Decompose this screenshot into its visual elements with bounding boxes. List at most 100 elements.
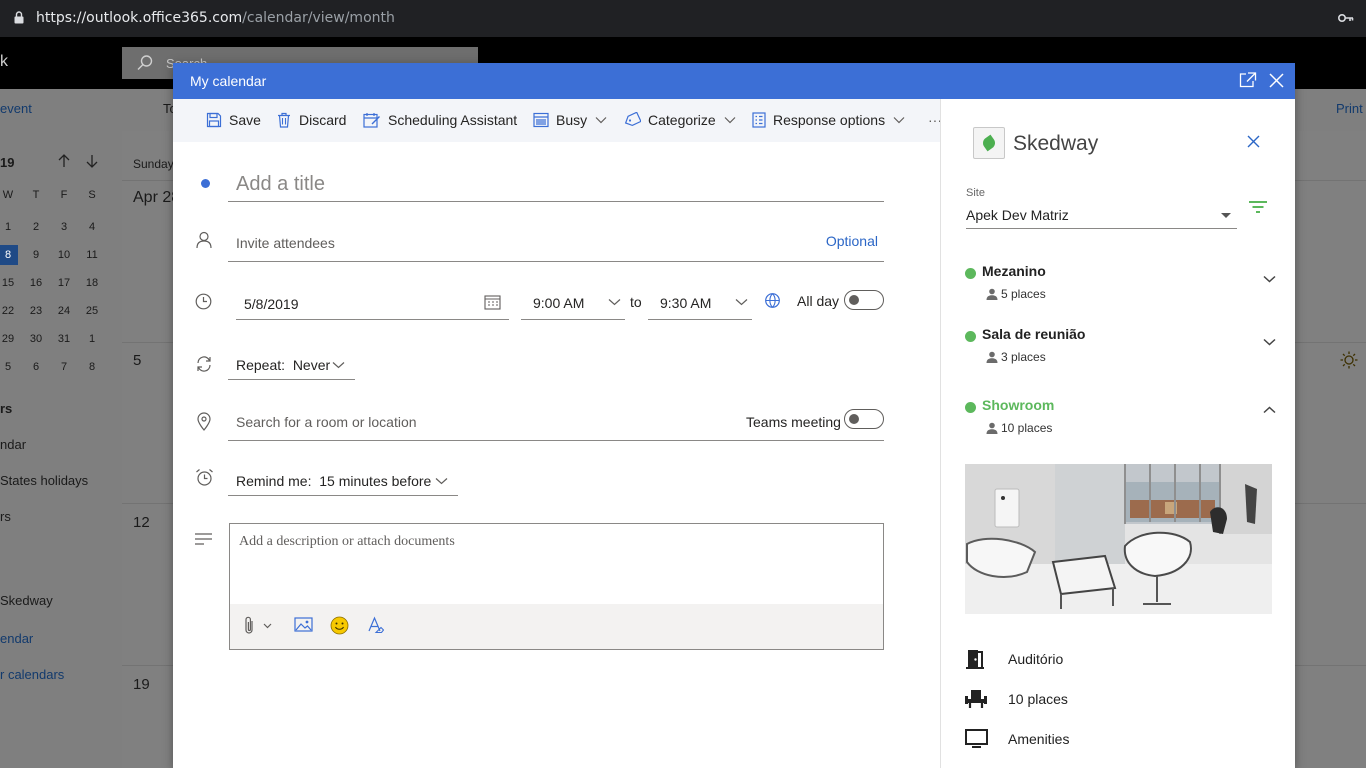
chevron-down-icon[interactable] bbox=[1263, 275, 1276, 283]
mini-calendar-day[interactable]: 1 bbox=[82, 329, 102, 349]
room-item-mezanino[interactable]: Mezanino 5 places bbox=[965, 263, 1276, 303]
all-day-toggle[interactable] bbox=[844, 290, 884, 310]
scheduling-assistant-button[interactable]: Scheduling Assistant bbox=[363, 112, 517, 128]
mini-calendar-day[interactable]: 11 bbox=[82, 245, 102, 265]
title-input[interactable]: Add a title bbox=[228, 162, 884, 202]
format-eraser-icon[interactable] bbox=[367, 616, 384, 634]
mini-calendar-day[interactable]: 8 bbox=[0, 245, 18, 265]
reminder-dropdown[interactable]: Remind me: 15 minutes before bbox=[228, 464, 458, 496]
clock-icon bbox=[195, 293, 212, 310]
mini-calendar-day[interactable]: 25 bbox=[82, 301, 102, 321]
end-time-dropdown[interactable]: 9:30 AM bbox=[648, 286, 752, 320]
mini-calendar-day[interactable]: 18 bbox=[82, 273, 102, 293]
mini-calendar-day[interactable]: 3 bbox=[54, 217, 74, 237]
mini-calendar-day[interactable]: 7 bbox=[54, 357, 74, 377]
chevron-down-icon bbox=[724, 117, 736, 124]
all-day-label: All day bbox=[797, 293, 840, 309]
attach-icon[interactable] bbox=[245, 616, 275, 635]
arrow-down-icon[interactable] bbox=[86, 154, 98, 168]
nav-item[interactable]: Skedway bbox=[0, 593, 53, 608]
image-icon[interactable] bbox=[294, 616, 313, 633]
mini-calendar-day[interactable]: 17 bbox=[54, 273, 74, 293]
close-panel-icon[interactable] bbox=[1247, 135, 1260, 148]
calendar-icon[interactable] bbox=[484, 294, 501, 310]
mini-calendar-day[interactable]: 30 bbox=[26, 329, 46, 349]
busy-icon bbox=[533, 112, 549, 128]
save-icon bbox=[206, 112, 222, 128]
nav-item[interactable]: endar bbox=[0, 631, 33, 646]
site-select[interactable]: Apek Dev Matriz bbox=[966, 202, 1237, 229]
mini-calendar-day[interactable]: 24 bbox=[54, 301, 74, 321]
location-placeholder: Search for a room or location bbox=[236, 414, 417, 430]
date-picker[interactable]: 5/8/2019 bbox=[236, 286, 509, 320]
monitor-icon bbox=[965, 729, 988, 748]
mini-calendar-day[interactable]: 6 bbox=[26, 357, 46, 377]
day-number: 12 bbox=[133, 514, 150, 531]
mini-calendar-month: 19 bbox=[0, 155, 15, 170]
amenities-detail[interactable]: Amenities bbox=[965, 729, 1069, 748]
alarm-clock-icon bbox=[196, 469, 213, 486]
emoji-icon[interactable] bbox=[330, 616, 349, 635]
mini-calendar-day[interactable]: 22 bbox=[0, 301, 18, 321]
popout-icon[interactable] bbox=[1239, 72, 1257, 88]
key-icon[interactable] bbox=[1338, 12, 1354, 24]
nav-item[interactable]: r calendars bbox=[0, 667, 64, 682]
chevron-down-icon bbox=[893, 117, 905, 124]
mini-calendar-day[interactable]: 9 bbox=[26, 245, 46, 265]
event-form: Add a title Invite attendees Optional 5/… bbox=[173, 142, 940, 768]
nav-item[interactable]: States holidays bbox=[0, 473, 88, 488]
close-icon[interactable] bbox=[1269, 73, 1284, 88]
nav-item[interactable]: ndar bbox=[0, 437, 26, 452]
nav-item[interactable]: rs bbox=[0, 509, 11, 524]
filter-icon[interactable] bbox=[1248, 200, 1268, 214]
location-input[interactable]: Search for a room or location Teams meet… bbox=[228, 402, 884, 441]
repeat-dropdown[interactable]: Repeat: Never bbox=[228, 349, 355, 380]
mini-calendar-day[interactable]: 10 bbox=[54, 245, 74, 265]
room-name: Showroom bbox=[982, 397, 1055, 413]
person-icon bbox=[196, 231, 212, 249]
discard-button[interactable]: Discard bbox=[276, 112, 346, 128]
mini-calendar-day[interactable]: 5 bbox=[0, 357, 18, 377]
busy-dropdown[interactable]: Busy bbox=[533, 112, 607, 128]
end-time-value: 9:30 AM bbox=[660, 295, 712, 311]
time-zone-icon[interactable] bbox=[764, 292, 781, 309]
day-number: 19 bbox=[133, 676, 150, 693]
repeat-icon bbox=[197, 356, 211, 372]
mini-calendar-day[interactable]: 31 bbox=[54, 329, 74, 349]
mini-calendar-day[interactable]: 16 bbox=[26, 273, 46, 293]
mini-calendar-day[interactable]: 15 bbox=[0, 273, 18, 293]
room-item-showroom[interactable]: Showroom 10 places bbox=[965, 397, 1276, 437]
weekday-header: Sunday bbox=[133, 157, 174, 171]
nav-item[interactable]: rs bbox=[0, 401, 12, 416]
categorize-dropdown[interactable]: Categorize bbox=[624, 112, 736, 128]
mini-calendar-weekday: F bbox=[60, 189, 68, 201]
room-type-detail: Auditório bbox=[965, 649, 1063, 669]
chevron-down-icon[interactable] bbox=[1263, 338, 1276, 346]
mini-calendar-day[interactable]: 2 bbox=[26, 217, 46, 237]
mini-calendar-day[interactable]: 8 bbox=[82, 357, 102, 377]
arrow-up-icon[interactable] bbox=[58, 154, 70, 168]
scheduling-icon bbox=[363, 113, 380, 128]
optional-link[interactable]: Optional bbox=[826, 233, 878, 249]
description-editor[interactable]: Add a description or attach documents bbox=[229, 523, 884, 650]
seat-icon bbox=[965, 690, 987, 708]
url-text[interactable]: https://outlook.office365.com/calendar/v… bbox=[36, 10, 395, 26]
repeat-label: Repeat: Never bbox=[236, 357, 331, 373]
mini-calendar-day[interactable]: 29 bbox=[0, 329, 18, 349]
response-options-icon bbox=[752, 112, 766, 128]
mini-calendar-day[interactable]: 1 bbox=[0, 217, 18, 237]
new-event-button[interactable]: event bbox=[0, 101, 32, 116]
response-options-dropdown[interactable]: Response options bbox=[752, 112, 905, 128]
print-button[interactable]: Print bbox=[1336, 101, 1363, 116]
mini-calendar-day[interactable]: 4 bbox=[82, 217, 102, 237]
teams-meeting-toggle[interactable] bbox=[844, 409, 884, 429]
room-item-sala-de-reuniao[interactable]: Sala de reunião 3 places bbox=[965, 326, 1276, 366]
start-time-dropdown[interactable]: 9:00 AM bbox=[521, 286, 625, 320]
door-icon bbox=[966, 650, 984, 669]
browser-address-bar[interactable]: https://outlook.office365.com/calendar/v… bbox=[0, 0, 1366, 37]
mini-calendar-day[interactable]: 23 bbox=[26, 301, 46, 321]
attendees-input[interactable]: Invite attendees Optional bbox=[228, 222, 884, 262]
chevron-up-icon[interactable] bbox=[1263, 406, 1276, 414]
title-placeholder: Add a title bbox=[236, 173, 325, 195]
save-button[interactable]: Save bbox=[206, 112, 261, 128]
